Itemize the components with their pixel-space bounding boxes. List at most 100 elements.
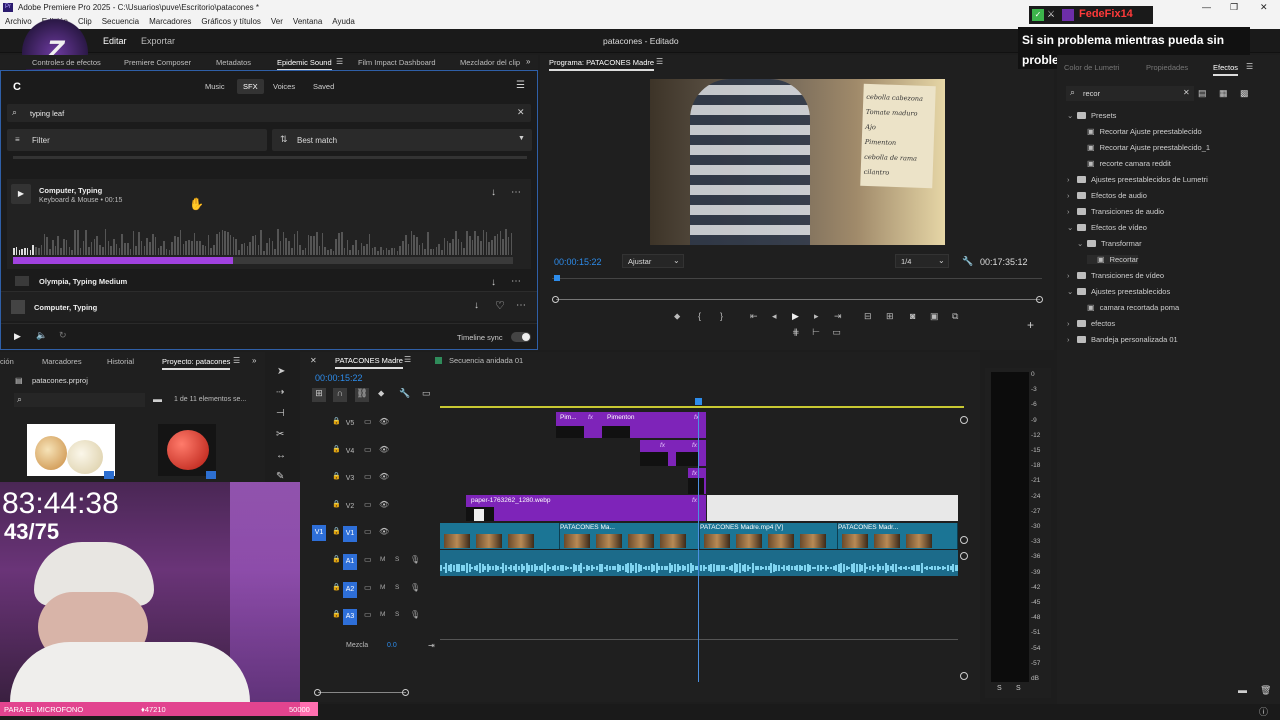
project-thumb-tomato[interactable] (158, 424, 216, 476)
scroll-handle[interactable] (960, 416, 968, 424)
mark-out-icon[interactable]: } (720, 311, 723, 321)
effects-tree-item[interactable]: › Ajustes preestablecidos de Lumetri (1067, 175, 1208, 184)
effects-tree-item[interactable]: › Transiciones de vídeo (1067, 271, 1164, 280)
effects-tree-item[interactable]: ⌄ Ajustes preestablecidos (1067, 287, 1170, 296)
track-label-a3[interactable]: A3 (343, 609, 357, 625)
chevron-right-icon[interactable]: › (1067, 271, 1077, 280)
tab-premiere-composer[interactable]: Premiere Composer (124, 58, 191, 67)
accelerated-effects-icon[interactable]: ▤ (1198, 88, 1207, 99)
captions-icon[interactable]: ▭ (422, 388, 431, 399)
camera-icon[interactable]: ◙ (910, 311, 915, 321)
close-tab-icon[interactable]: ✕ (310, 356, 317, 365)
track-label-v3[interactable]: V3 (343, 471, 357, 487)
sync-lock-icon[interactable]: ▭ (364, 445, 372, 454)
loop-icon[interactable]: ↻ (59, 330, 67, 341)
effects-tree-item[interactable]: › Transiciones de audio (1067, 207, 1164, 216)
close-icon[interactable]: ✕ (1260, 0, 1268, 15)
sync-lock-icon[interactable]: ▭ (364, 472, 372, 481)
track-label-v4[interactable]: V4 (343, 444, 357, 460)
chevron-right-icon[interactable]: › (1067, 207, 1077, 216)
menu-item-3[interactable]: Secuencia (102, 17, 139, 26)
heart-icon[interactable]: ♡ (495, 299, 505, 312)
clip-v2-paper[interactable]: paper-1763262_1280.webp fx (466, 495, 706, 521)
extract-icon[interactable]: ⊢ (812, 327, 820, 337)
nav-music[interactable]: Music (205, 82, 225, 91)
yuv-effects-icon[interactable]: ▩ (1240, 88, 1249, 99)
tabs-overflow-icon[interactable]: » (526, 57, 530, 66)
track-select-icon[interactable]: ⇢ (276, 387, 284, 398)
sort-dropdown[interactable]: ⇅ Best match ▼ (272, 129, 532, 151)
lock-icon[interactable]: 🔒 (332, 472, 341, 480)
tab-menu-icon[interactable]: ☰ (336, 57, 343, 66)
timeline-ruler[interactable] (440, 398, 964, 408)
track-label-v1[interactable]: V1 (343, 526, 357, 542)
tabs-overflow-icon[interactable]: » (252, 356, 256, 365)
more-icon[interactable]: ⋯ (511, 276, 521, 287)
maximize-icon[interactable]: ❐ (1230, 0, 1238, 15)
program-mini-ruler[interactable] (552, 275, 1042, 283)
solo-icon[interactable]: S (395, 611, 399, 618)
effects-search-box[interactable]: ⌕ recor ✕ (1066, 86, 1194, 101)
razor-tool-icon[interactable]: ✂ (276, 429, 284, 440)
solo-icon[interactable]: S (395, 584, 399, 591)
sync-lock-icon[interactable]: ▭ (364, 527, 372, 536)
safe-margins-icon[interactable]: ▭ (832, 327, 841, 337)
program-video-frame[interactable]: cebolla cabezona Tomate maduro Ajo Pimenton… (650, 79, 945, 245)
trim-icon[interactable]: ⧉ (952, 311, 958, 322)
ripple-edit-icon[interactable]: ⊣ (276, 408, 285, 419)
lock-icon[interactable]: 🔒 (332, 445, 341, 453)
menu-item-7[interactable]: Ventana (293, 17, 322, 26)
project-search-box[interactable]: ⌕ (14, 393, 145, 407)
wrench-icon[interactable]: 🔧 (962, 256, 973, 267)
timeline-playhead-head[interactable] (695, 398, 702, 405)
track-label-a1[interactable]: A1 (343, 554, 357, 570)
clip-v5[interactable]: Pim... fx Pimenton fx (556, 412, 706, 438)
mic-icon[interactable]: 🎙 (410, 583, 420, 592)
clip-v2-white[interactable] (707, 495, 958, 521)
mic-icon[interactable]: 🎙 (410, 610, 420, 619)
solo-icon[interactable]: S (395, 556, 399, 563)
effects-tree-item[interactable]: ▣ Recortar Ajuste preestablecido_1 (1077, 143, 1210, 152)
download-icon[interactable]: ↓ (491, 277, 496, 288)
clip-v1[interactable] (440, 523, 560, 549)
play-icon[interactable]: ▶ (14, 331, 21, 342)
menu-item-4[interactable]: Marcadores (149, 17, 191, 26)
selection-tool-icon[interactable]: ➤ (277, 366, 285, 377)
solo-right-icon[interactable]: S (1016, 685, 1021, 692)
add-marker-icon[interactable]: ⬥ (378, 388, 384, 399)
effects-tree-item[interactable]: ⌄ Efectos de vídeo (1067, 223, 1147, 232)
chevron-down-icon[interactable]: ⌄ (1067, 287, 1077, 296)
track-label-v2[interactable]: V2 (343, 499, 357, 515)
effects-tree-item[interactable]: › Bandeja personalizada 01 (1067, 335, 1178, 344)
panel-menu-icon[interactable]: ☰ (1246, 62, 1253, 71)
go-to-out-icon[interactable]: ⇥ (834, 311, 842, 322)
lock-icon[interactable]: 🔒 (332, 555, 341, 563)
program-monitor-title[interactable]: Programa: PATACONES Madre (549, 58, 655, 71)
scroll-handle[interactable] (960, 672, 968, 680)
chevron-right-icon[interactable]: › (1067, 191, 1077, 200)
minimize-icon[interactable]: — (1202, 0, 1211, 15)
clip-v1[interactable]: PATACONES Madr... (838, 523, 958, 549)
effects-tree-item[interactable]: › Efectos de audio (1067, 191, 1147, 200)
effects-tree-item[interactable]: ⌄ Transformar (1077, 239, 1142, 248)
insert-icon[interactable]: ⊟ (864, 311, 872, 322)
nest-icon[interactable]: ⊞ (312, 388, 326, 402)
lock-icon[interactable]: 🔒 (332, 527, 341, 535)
add-marker-icon[interactable]: ⬥ (674, 311, 680, 322)
eye-icon[interactable]: 👁 (379, 500, 389, 509)
tab-film-impact[interactable]: Film Impact Dashboard (358, 58, 436, 67)
tab-controles-efectos[interactable]: Controles de efectos (32, 58, 101, 67)
mark-in-icon[interactable]: { (698, 311, 701, 321)
play-icon[interactable]: ▶ (792, 311, 799, 322)
step-forward-icon[interactable]: ▸ (814, 311, 819, 322)
chevron-down-icon[interactable]: ⌄ (1067, 111, 1077, 120)
mute-icon[interactable]: M (380, 584, 385, 591)
nav-saved[interactable]: Saved (313, 82, 334, 91)
download-icon[interactable]: ↓ (474, 300, 479, 311)
clip-v1[interactable]: PATACONES Madre.mp4 [V] (700, 523, 838, 549)
lock-icon[interactable]: 🔒 (332, 583, 341, 591)
tab-sequence-main[interactable]: PATACONES Madre (335, 356, 403, 369)
source-patch-v1[interactable]: V1 (312, 525, 326, 541)
download-icon[interactable]: ↓ (491, 187, 496, 198)
step-back-icon[interactable]: ◂ (772, 311, 777, 322)
